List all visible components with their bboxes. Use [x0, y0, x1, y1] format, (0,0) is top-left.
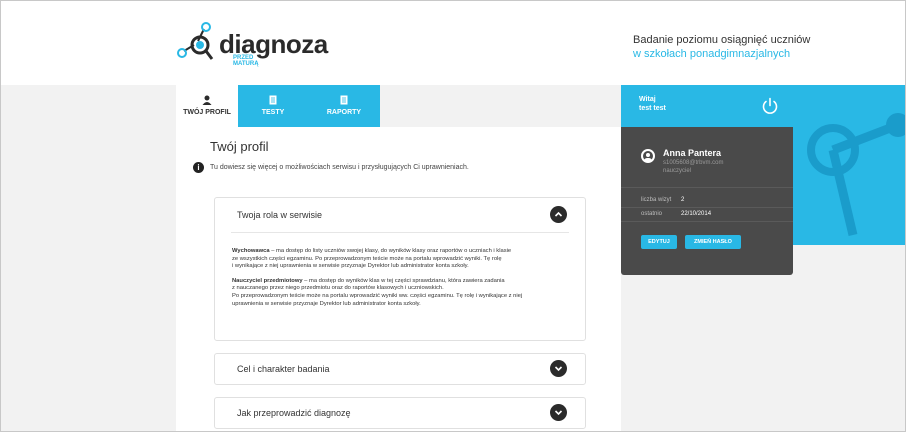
accordion-toggle-button[interactable] — [550, 360, 567, 377]
welcome-username: test test — [639, 105, 666, 112]
chevron-down-icon — [554, 410, 563, 416]
tab-profile-label: TWÓJ PROFIL — [183, 109, 231, 116]
tab-tests[interactable]: TESTY — [238, 85, 308, 127]
info-text: Tu dowiesz się więcej o możliwościach se… — [210, 164, 469, 171]
document-icon — [269, 95, 277, 105]
profile-name: Anna Pantera — [663, 148, 722, 158]
accordion-title[interactable]: Twoja rola w serwisie — [237, 210, 322, 220]
accordion-item-howto[interactable]: Jak przeprowadzić diagnozę — [214, 397, 586, 429]
text-line: – ma dostęp do wyników klas w tej części… — [302, 277, 505, 284]
divider — [621, 221, 793, 222]
edit-button[interactable]: EDYTUJ — [641, 235, 677, 249]
last-visit-value: 22/10/2014 — [681, 211, 712, 217]
avatar-icon — [641, 149, 655, 163]
visits-label: liczba wizyt — [641, 197, 672, 203]
accordion-item-goal[interactable]: Cel i charakter badania — [214, 353, 586, 385]
profile-card: Anna Pantera s1005608@trbvm.com nauczyci… — [621, 127, 793, 275]
logo-subtitle-line2: MATURĄ — [233, 61, 259, 67]
power-icon[interactable] — [761, 97, 779, 115]
accordion-item-role: Twoja rola w serwisie Wychowawca – ma do… — [214, 197, 586, 341]
user-bar: Witaj test test — [621, 85, 793, 127]
text-line: – ma dostęp do listy uczniów swojej klas… — [269, 248, 512, 254]
divider — [621, 207, 793, 208]
profile-email: s1005608@trbvm.com — [663, 160, 724, 166]
app-window: diagnoza PRZED MATURĄ Badanie poziomu os… — [0, 0, 906, 432]
accordion-title[interactable]: Cel i charakter badania — [237, 364, 330, 374]
accordion-title[interactable]: Jak przeprowadzić diagnozę — [237, 408, 351, 418]
tab-reports[interactable]: RAPORTY — [308, 85, 380, 127]
role-paragraph-subject-teacher: Nauczyciel przedmiotowy – ma dostęp do w… — [232, 278, 572, 308]
chevron-up-icon — [554, 211, 563, 217]
welcome-text: Witaj test test — [639, 95, 666, 113]
site-header: diagnoza PRZED MATURĄ Badanie poziomu os… — [1, 1, 905, 85]
decorative-molecule-graphic — [793, 85, 905, 245]
role-paragraph-homeroom: Wychowawca – ma dostęp do listy uczniów … — [232, 248, 572, 271]
role-name-homeroom: Wychowawca — [232, 248, 270, 254]
text-line: Po przeprowadzonym teście może na portal… — [232, 292, 523, 299]
document-icon — [340, 95, 348, 105]
info-icon: i — [193, 162, 204, 173]
tab-profile[interactable]: TWÓJ PROFIL — [176, 85, 238, 127]
accordion-toggle-button[interactable] — [550, 206, 567, 223]
molecule-logo-icon — [177, 22, 214, 60]
person-icon — [202, 95, 212, 105]
text-line: i wynikające z niej uprawnienia w serwis… — [232, 263, 469, 270]
visits-value: 2 — [681, 197, 685, 203]
accordion-toggle-button[interactable] — [550, 404, 567, 421]
last-visit-label: ostatnio — [641, 211, 663, 217]
tab-reports-label: RAPORTY — [326, 109, 362, 116]
text-line: ze wszystkich części egzaminu. Po przepr… — [232, 255, 502, 262]
tagline-line1: Badanie poziomu osiągnięć uczniów — [633, 34, 811, 46]
text-line: z nauczanego przez niego przedmiotu oraz… — [232, 285, 444, 292]
change-password-button[interactable]: ZMIEŃ HASŁO — [685, 235, 741, 249]
welcome-greeting: Witaj — [639, 96, 656, 103]
tagline-line2: w szkołach ponadgimnazjalnych — [633, 48, 791, 60]
text-line: uprawnienia w serwisie przyznaje Dyrekto… — [232, 300, 421, 307]
tab-tests-label: TESTY — [261, 109, 285, 116]
accordion-divider — [231, 232, 569, 233]
role-name-subject-teacher: Nauczyciel przedmiotowy — [232, 277, 303, 284]
main-content: Twój profil i Tu dowiesz się więcej o mo… — [176, 127, 621, 431]
profile-role: nauczyciel — [663, 168, 692, 174]
divider — [621, 187, 793, 188]
logo-subtitle: PRZED MATURĄ — [233, 55, 259, 67]
chevron-down-icon — [554, 366, 563, 372]
page-title: Twój profil — [210, 139, 269, 154]
accordion-body: Wychowawca – ma dostęp do listy uczniów … — [232, 248, 572, 315]
